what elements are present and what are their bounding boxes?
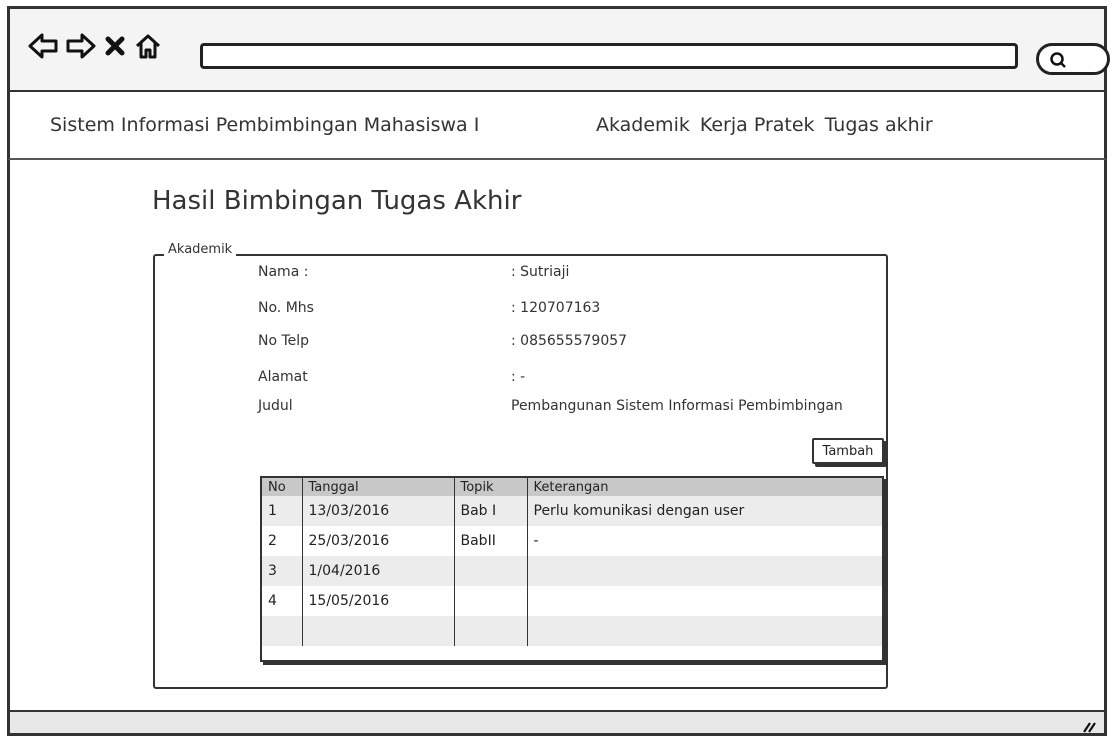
close-icon[interactable] [104,35,126,57]
cell-no: 2 [262,526,303,556]
no-mhs-label: No. Mhs [258,300,314,316]
fieldset-legend: Akademik [164,242,237,257]
cell-tanggal: 15/05/2016 [302,586,455,616]
page-title: Hasil Bimbingan Tugas Akhir [152,186,522,216]
menu-item-akademik[interactable]: Akademik [596,114,690,136]
column-header-tanggal: Tanggal [302,478,455,496]
site-title: Sistem Informasi Pembimbingan Mahasiswa … [50,114,480,136]
judul-label: Judul [258,398,293,414]
cell-tanggal: 25/03/2016 [302,526,455,556]
cell-no: 4 [262,586,303,616]
cell-no: 3 [262,556,303,586]
no-telp-label: No Telp [258,333,310,349]
cell-keterangan: Perlu komunikasi dengan user [527,496,882,526]
cell-keterangan [527,556,882,586]
tambah-button[interactable]: Tambah [812,438,884,464]
arrow-left-icon[interactable] [28,33,58,59]
nav-buttons [28,33,162,59]
cell-keterangan [527,586,882,616]
column-header-no: No [262,478,303,496]
cell-topik [454,616,528,646]
column-header-topik: Topik [454,478,528,496]
alamat-value: : - [511,369,526,385]
judul-value: Pembangunan Sistem Informasi Pembimbinga… [511,398,843,414]
cell-keterangan: - [533,533,539,549]
table-row[interactable]: 2 25/03/2016 BabII - [262,526,882,556]
site-header: Sistem Informasi Pembimbingan Mahasiswa … [7,92,1107,160]
cell-no: 1 [262,496,303,526]
status-bar [7,710,1107,736]
table-row[interactable] [262,616,882,646]
menu-item-tugas-akhir[interactable]: Tugas akhir [825,114,933,136]
cell-tanggal: 1/04/2016 [302,556,455,586]
table-row[interactable]: 1 13/03/2016 Bab I Perlu komunikasi deng… [262,496,882,526]
bimbingan-table: No Tanggal Topik Keterangan 1 13/03/2016… [260,476,884,662]
table-row[interactable]: 3 1/04/2016 [262,556,882,586]
cell-topik: BabII [454,526,528,556]
no-telp-value: : 085655579057 [511,333,628,349]
cell-topik: Bab I [454,496,528,526]
nama-value: : Sutriaji [511,264,570,280]
home-icon[interactable] [134,33,162,59]
search-box[interactable] [1036,43,1110,75]
nama-label: Nama : [258,264,309,280]
table-header-row: No Tanggal Topik Keterangan [262,478,882,496]
menu-item-kerja-pratek[interactable]: Kerja Pratek [700,114,815,136]
cell-topik [454,586,528,616]
no-mhs-value: : 120707163 [511,300,601,316]
browser-toolbar [7,6,1110,92]
address-bar[interactable] [200,43,1018,69]
resize-grip-icon[interactable] [1082,718,1096,737]
cell-tanggal: 13/03/2016 [302,496,455,526]
cell-no [262,616,303,646]
column-header-keterangan: Keterangan [527,478,882,496]
arrow-right-icon[interactable] [66,33,96,59]
cell-tanggal [302,616,455,646]
cell-keterangan [527,616,882,646]
alamat-label: Alamat [258,369,308,385]
table-row[interactable]: 4 15/05/2016 [262,586,882,616]
main-menu: Akademik Kerja Pratek Tugas akhir [596,114,933,136]
cell-topik [454,556,528,586]
